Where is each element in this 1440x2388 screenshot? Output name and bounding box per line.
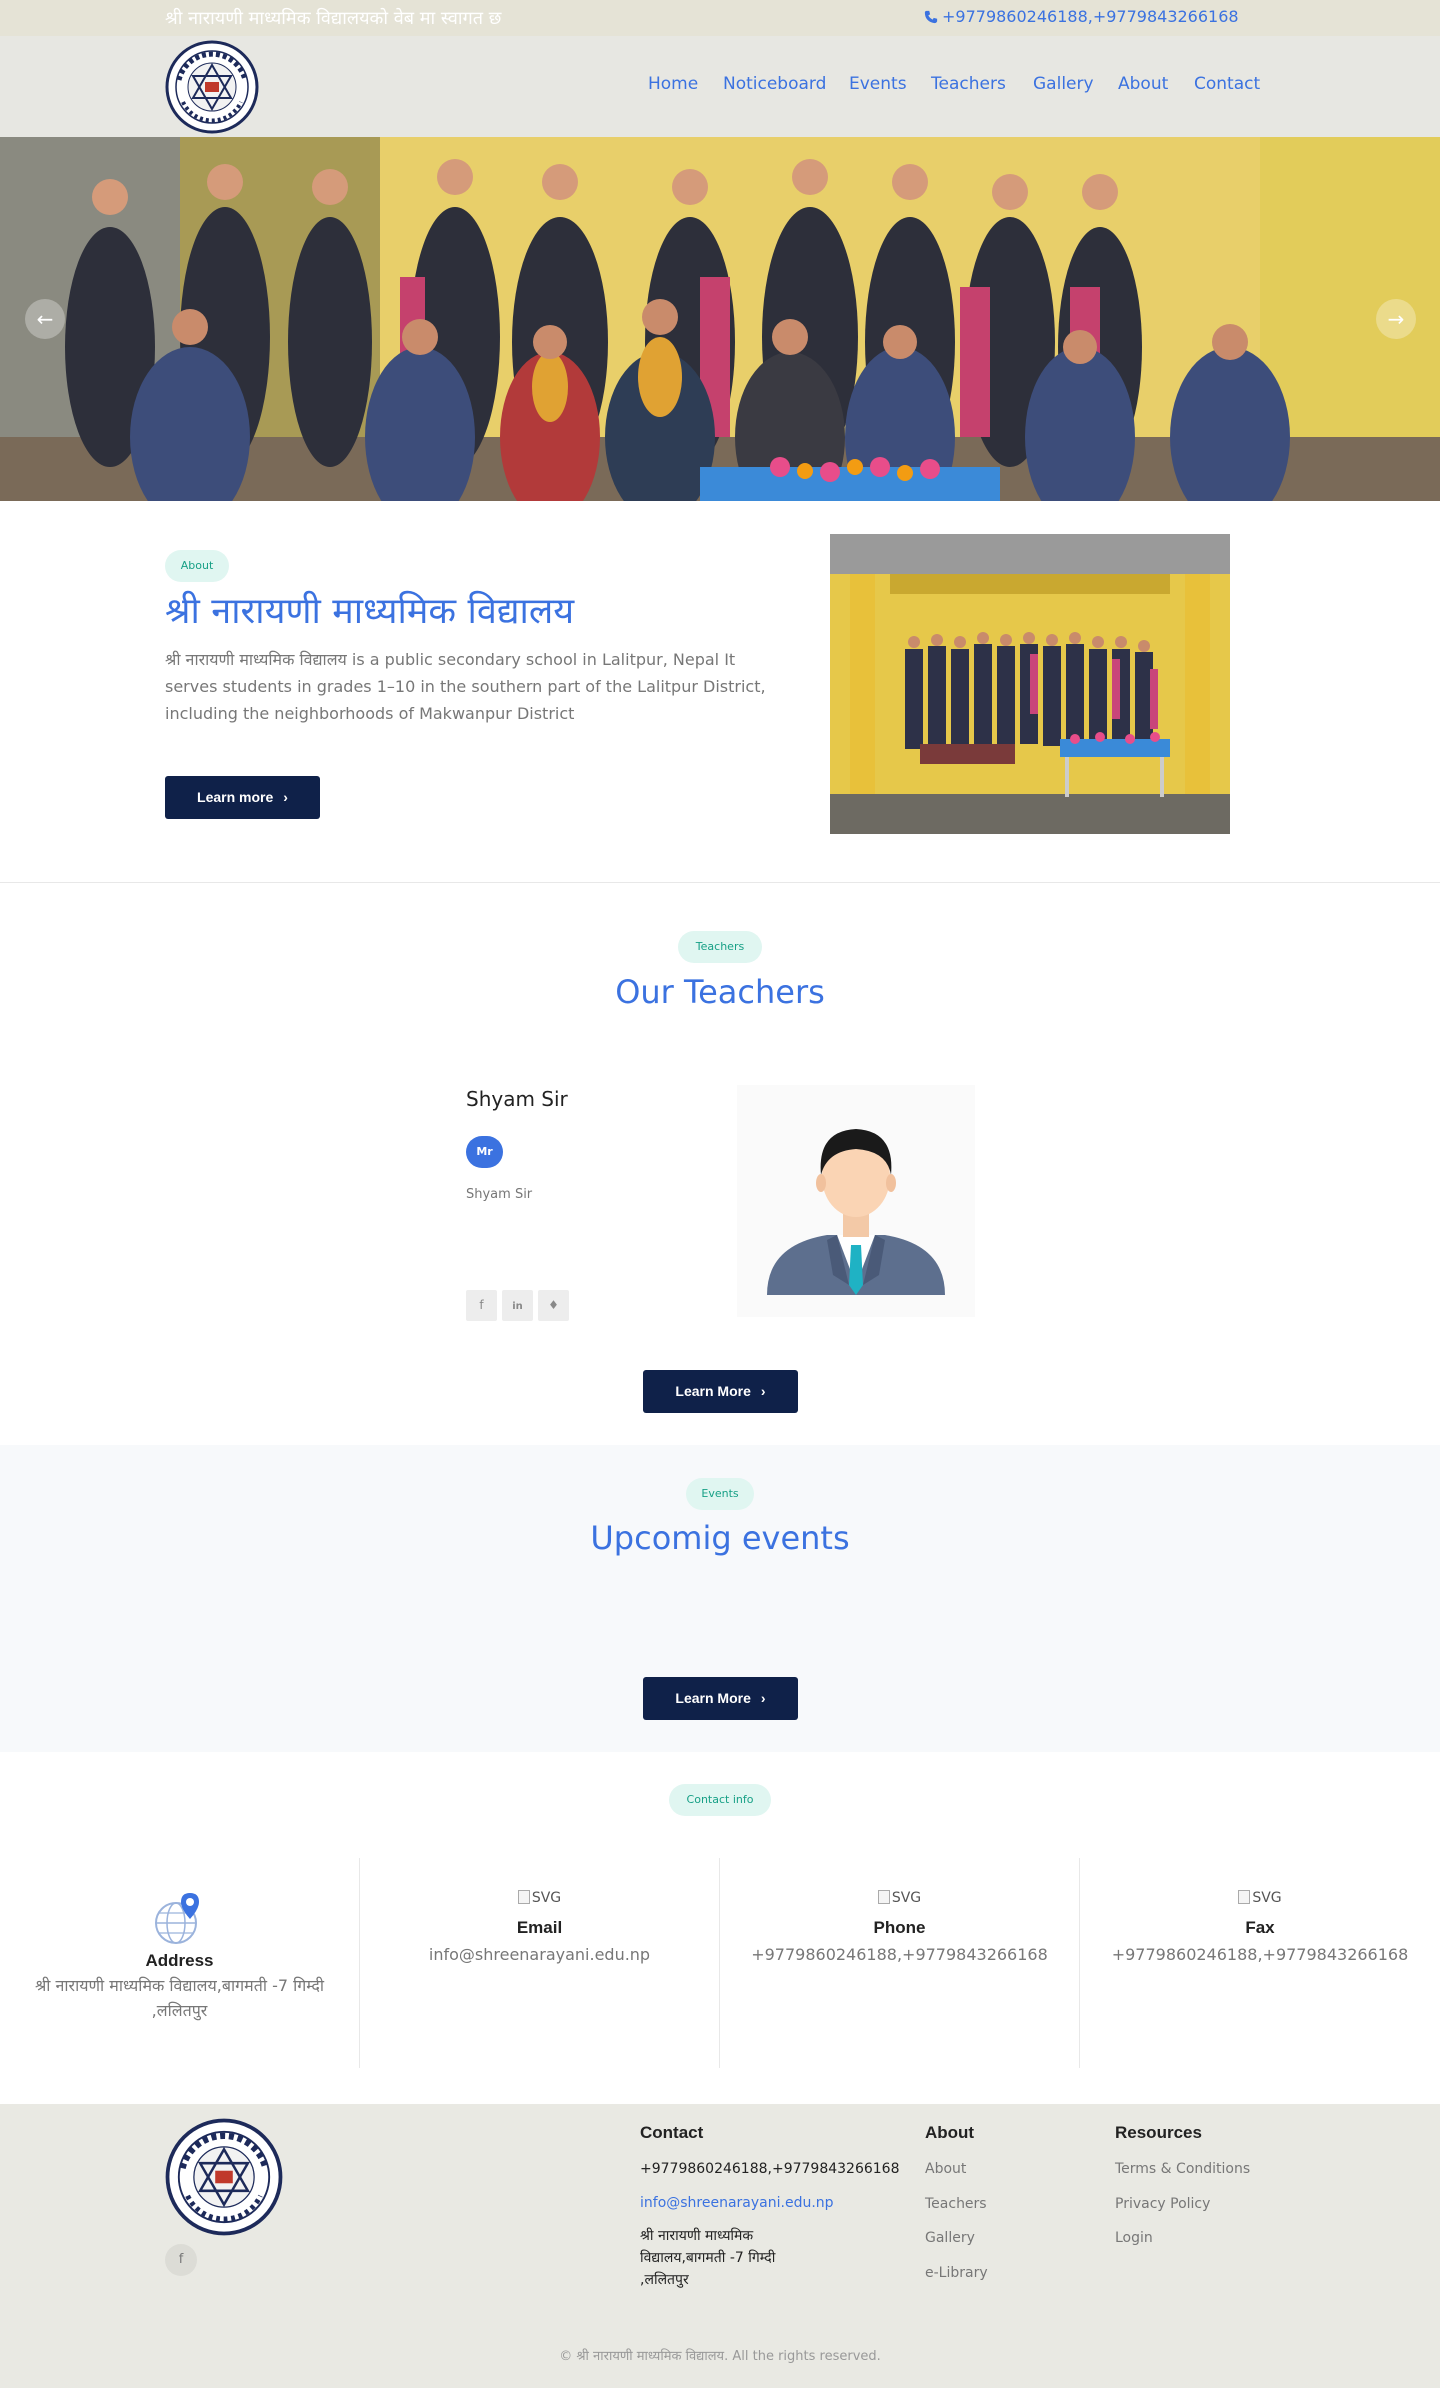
nav-teachers[interactable]: Teachers bbox=[931, 74, 1006, 94]
school-logo[interactable] bbox=[165, 40, 259, 134]
teacher-name: Shyam Sir bbox=[466, 1087, 568, 1111]
contact-phone-value[interactable]: +9779860246188,+9779843266168 bbox=[720, 1942, 1079, 1967]
copyright: © श्री नारायणी माध्यमिक विद्यालय. All th… bbox=[559, 2349, 881, 2364]
teachers-title: Our Teachers bbox=[615, 973, 825, 1011]
events-learn-more-button[interactable]: Learn More › bbox=[643, 1677, 798, 1720]
footer-link-elibrary[interactable]: e-Library bbox=[925, 2265, 988, 2281]
teacher-avatar bbox=[737, 1085, 975, 1317]
footer-phone: +9779860246188,+9779843266168 bbox=[640, 2161, 900, 2177]
footer-link-gallery[interactable]: Gallery bbox=[925, 2230, 975, 2246]
chevron-right-icon: › bbox=[760, 1383, 766, 1399]
nav-about[interactable]: About bbox=[1118, 74, 1168, 94]
phone-icon bbox=[924, 10, 938, 24]
footer-facebook-button[interactable]: f bbox=[165, 2244, 197, 2276]
contact-fax-label: Fax bbox=[1245, 1918, 1275, 1937]
top-phone[interactable]: +9779860246188,+9779843266168 bbox=[924, 7, 1239, 26]
contact-address-value: श्री नारायणी माध्यमिक विद्यालय,बागमती -7… bbox=[34, 1976, 325, 2020]
contact-phone-label: Phone bbox=[873, 1918, 926, 1937]
teachers-learn-more-label: Learn More bbox=[675, 1383, 751, 1399]
fax-icon: SVG bbox=[1080, 1890, 1440, 1906]
twitter-icon: ♦ bbox=[548, 1298, 559, 1312]
footer-link-privacy[interactable]: Privacy Policy bbox=[1115, 2196, 1210, 2212]
teacher-twitter-button[interactable]: ♦ bbox=[538, 1290, 569, 1321]
teachers-learn-more-button[interactable]: Learn More › bbox=[643, 1370, 798, 1413]
teacher-description: Shyam Sir bbox=[466, 1187, 533, 1202]
contact-badge: Contact info bbox=[669, 1784, 771, 1816]
about-photo bbox=[830, 534, 1230, 834]
teacher-linkedin-button[interactable]: in bbox=[502, 1290, 533, 1321]
about-title: श्री नारायणी माध्यमिक विद्यालय bbox=[165, 591, 575, 632]
contact-address: Address श्री नारायणी माध्यमिक विद्यालय,ब… bbox=[0, 1858, 360, 2068]
arrow-left-icon: ← bbox=[36, 307, 54, 331]
contact-email-label: Email bbox=[516, 1918, 563, 1937]
top-bar: श्री नारायणी माध्यमिक विद्यालयको वेब मा … bbox=[0, 0, 1440, 36]
facebook-icon: f bbox=[479, 1298, 484, 1312]
footer-email[interactable]: info@shreenarayani.edu.np bbox=[640, 2195, 834, 2211]
footer-about-heading: About bbox=[925, 2123, 975, 2142]
footer-resources-heading: Resources bbox=[1115, 2123, 1202, 2142]
footer-address: श्री नारायणी माध्यमिक विद्यालय,बागमती -7… bbox=[640, 2228, 776, 2288]
contact-phone: SVG Phone +9779860246188,+9779843266168 bbox=[720, 1858, 1080, 2068]
arrow-right-icon: → bbox=[1387, 307, 1405, 331]
footer-link-teachers[interactable]: Teachers bbox=[925, 2196, 987, 2212]
footer-contact-heading: Contact bbox=[640, 2123, 704, 2142]
top-phone-text: +9779860246188,+9779843266168 bbox=[942, 7, 1239, 26]
hero-group-photo bbox=[0, 137, 1440, 501]
footer-link-login[interactable]: Login bbox=[1115, 2230, 1153, 2246]
facebook-icon: f bbox=[178, 2252, 184, 2267]
chevron-right-icon: › bbox=[283, 789, 288, 805]
linkedin-icon: in bbox=[512, 1301, 523, 1312]
nav-events[interactable]: Events bbox=[849, 74, 907, 94]
about-learn-more-button[interactable]: Learn more › bbox=[165, 776, 320, 819]
footer-logo[interactable] bbox=[165, 2118, 283, 2236]
footer-link-terms[interactable]: Terms & Conditions bbox=[1115, 2161, 1250, 2177]
contact-fax-value: +9779860246188,+9779843266168 bbox=[1111, 1945, 1409, 1964]
contact-email: SVG Email info@shreenarayani.edu.np bbox=[360, 1858, 720, 2068]
email-icon: SVG bbox=[360, 1890, 719, 1906]
about-badge: About bbox=[165, 550, 229, 582]
section-divider bbox=[0, 882, 1440, 883]
nav-noticeboard[interactable]: Noticeboard bbox=[723, 74, 826, 94]
nav-contact[interactable]: Contact bbox=[1194, 74, 1260, 94]
teacher-title-badge: Mr bbox=[466, 1136, 503, 1168]
contact-address-label: Address bbox=[145, 1951, 214, 1970]
about-text: श्री नारायणी माध्यमिक विद्यालय is a publ… bbox=[165, 650, 766, 723]
nav-gallery[interactable]: Gallery bbox=[1033, 74, 1094, 94]
hero-carousel bbox=[0, 137, 1440, 501]
carousel-prev-button[interactable]: ← bbox=[25, 299, 65, 339]
teacher-facebook-button[interactable]: f bbox=[466, 1290, 497, 1321]
teachers-badge: Teachers bbox=[678, 931, 762, 963]
events-title: Upcomig events bbox=[590, 1519, 850, 1557]
phone-icon: SVG bbox=[720, 1890, 1079, 1906]
carousel-next-button[interactable]: → bbox=[1376, 299, 1416, 339]
events-badge: Events bbox=[686, 1478, 754, 1510]
chevron-right-icon: › bbox=[760, 1690, 766, 1706]
globe-pin-icon bbox=[0, 1891, 359, 1947]
contact-email-value[interactable]: info@shreenarayani.edu.np bbox=[360, 1942, 719, 1967]
footer-link-about[interactable]: About bbox=[925, 2161, 966, 2177]
about-learn-more-label: Learn more bbox=[197, 789, 274, 805]
nav-home[interactable]: Home bbox=[648, 74, 698, 94]
welcome-text: श्री नारायणी माध्यमिक विद्यालयको वेब मा … bbox=[165, 8, 502, 29]
contact-fax: SVG Fax +9779860246188,+9779843266168 bbox=[1080, 1858, 1440, 2068]
events-learn-more-label: Learn More bbox=[675, 1690, 751, 1706]
